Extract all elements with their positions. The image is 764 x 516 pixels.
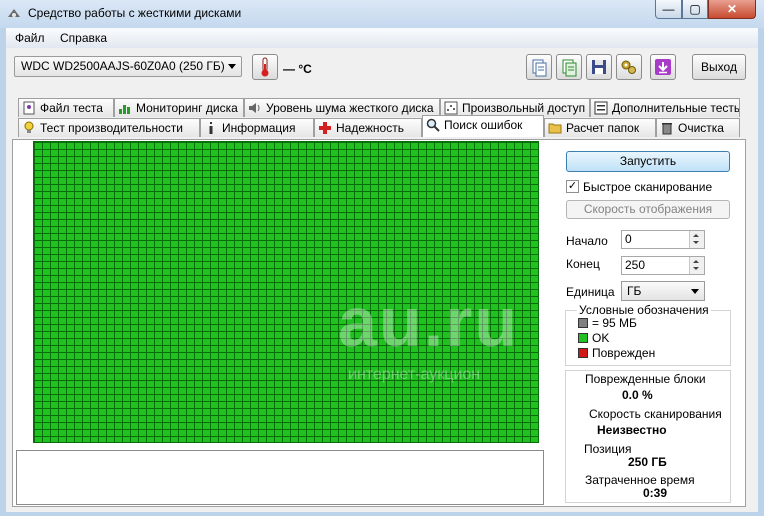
tab-folder-calc[interactable]: Расчет папок [544, 118, 656, 137]
tab-label: Тест производительности [40, 121, 183, 135]
scan-speed-label: Скорость сканирования [589, 407, 722, 421]
exit-button[interactable]: Выход [692, 54, 746, 80]
tab-label: Дополнительные тесты [612, 101, 740, 115]
save-button[interactable] [586, 54, 612, 80]
menu-help[interactable]: Справка [60, 31, 107, 45]
tab-label: Информация [222, 121, 296, 135]
log-box [16, 450, 544, 505]
tab-label: Мониторинг диска [136, 101, 238, 115]
title-bar: Средство работы с жесткими дисками — ▢ ✕ [0, 0, 764, 28]
tab-test-file[interactable]: Файл теста [18, 98, 114, 117]
app-icon [8, 9, 20, 17]
unit-label: Единица [566, 285, 615, 299]
unit-select[interactable]: ГБ [621, 281, 705, 301]
tab-label: Поиск ошибок [444, 118, 523, 132]
quick-scan-label: Быстрое сканирование [583, 180, 713, 194]
menu-file[interactable]: Файл [15, 31, 45, 45]
unit-select-value: ГБ [627, 284, 642, 298]
save-icon [592, 60, 606, 74]
maximize-button[interactable]: ▢ [682, 0, 708, 19]
tab-error-scan[interactable]: Поиск ошибок [422, 115, 544, 137]
tab-label: Расчет папок [566, 121, 640, 135]
start-label: Начало [566, 234, 608, 248]
close-button[interactable]: ✕ [708, 0, 756, 19]
options-button[interactable] [616, 54, 642, 80]
info-icon [209, 122, 213, 134]
tab-label: Уровень шума жесткого диска [266, 101, 434, 115]
legend-swatch-ok [578, 333, 588, 343]
legend-ok: OK [592, 331, 610, 345]
tab-performance-test[interactable]: Тест производительности [18, 118, 200, 137]
quick-scan-checkbox[interactable]: ✓ [566, 180, 579, 193]
trash-icon [662, 123, 672, 135]
spin-buttons[interactable] [689, 257, 704, 274]
folder-icon [548, 123, 562, 134]
minimize-button[interactable]: — [655, 0, 682, 19]
window-title: Средство работы с жесткими дисками [28, 6, 242, 20]
file-test-icon [23, 101, 35, 115]
lightbulb-icon [24, 121, 34, 133]
copy-text-icon [562, 59, 577, 77]
tab-label: Надежность [336, 121, 404, 135]
download-button[interactable] [650, 54, 676, 80]
tab-disk-monitoring[interactable]: Мониторинг диска [114, 98, 244, 117]
display-speed-button[interactable]: Скорость отображения [566, 200, 730, 219]
bar-chart-icon [119, 105, 130, 114]
random-access-icon [444, 101, 458, 115]
drive-select[interactable]: WDC WD2500AAJS-60Z0A0 (250 ГБ) [14, 56, 242, 77]
red-cross-icon [319, 122, 331, 134]
tab-cleanup[interactable]: Очистка [656, 118, 740, 137]
end-label: Конец [566, 257, 600, 271]
tab-information[interactable]: Информация [200, 118, 314, 137]
tab-reliability[interactable]: Надежность [314, 118, 422, 137]
legend-title: Условные обозначения [577, 303, 711, 317]
spin-buttons[interactable] [689, 231, 704, 248]
chevron-down-icon [228, 64, 236, 69]
magnifier-icon [426, 118, 440, 132]
gears-icon [621, 60, 636, 74]
copy-icon [532, 59, 547, 77]
tab-noise-level[interactable]: Уровень шума жесткого диска [244, 98, 440, 117]
tab-extra-tests[interactable]: Дополнительные тесты [590, 98, 740, 117]
extra-tests-icon [594, 101, 608, 115]
elapsed-label: Затраченное время [585, 473, 695, 487]
legend-swatch-block [578, 318, 588, 328]
thermometer-icon [261, 57, 269, 77]
download-icon [655, 59, 671, 75]
speaker-icon [249, 103, 260, 113]
watermark-subtitle: интернет-аукцион [348, 366, 481, 383]
temperature-value: — °C [283, 62, 312, 76]
position-label: Позиция [584, 442, 632, 456]
temperature-button[interactable] [252, 54, 278, 80]
copy-text-button[interactable] [556, 54, 582, 80]
start-value: 0 [625, 232, 632, 246]
start-spinbox[interactable]: 0 [621, 230, 705, 249]
menu-bar: Файл Справка [6, 28, 758, 48]
elapsed-value: 0:39 [643, 486, 668, 500]
end-value: 250 [625, 258, 646, 272]
tab-label: Файл теста [40, 101, 103, 115]
watermark-logo: au.ru [338, 283, 520, 361]
bad-blocks-label: Поврежденные блоки [585, 372, 706, 386]
drive-select-value: WDC WD2500AAJS-60Z0A0 (250 ГБ) [21, 59, 225, 73]
legend-damaged: Поврежден [592, 346, 656, 360]
copy-button[interactable] [526, 54, 552, 80]
tab-label: Произвольный доступ [462, 101, 586, 115]
tab-label: Очистка [678, 121, 724, 135]
position-value: 250 ГБ [628, 455, 667, 469]
legend-swatch-damaged [578, 348, 588, 358]
scan-speed-value: Неизвестно [597, 423, 667, 437]
end-spinbox[interactable]: 250 [621, 256, 705, 275]
legend-block-size: = 95 МБ [592, 316, 637, 330]
bad-blocks-value: 0.0 % [622, 388, 653, 402]
chevron-down-icon [691, 289, 699, 294]
start-button[interactable]: Запустить [566, 151, 730, 172]
